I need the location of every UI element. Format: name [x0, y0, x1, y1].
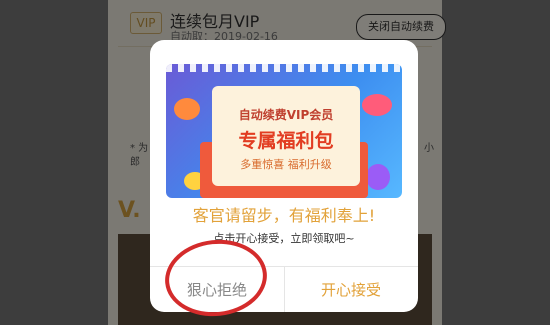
- dialog-headline: 客官请留步，有福利奉上!: [192, 206, 376, 225]
- banner-line-2: 专属福利包: [238, 130, 334, 152]
- dialog-subtext: 点击开心接受，立即领取吧~: [213, 232, 355, 245]
- balloon-decoration: [362, 94, 392, 116]
- banner-line-3: 多重惊喜 福利升级: [240, 158, 332, 171]
- banner-line-1: 自动续费VIP会员: [238, 108, 334, 122]
- balloon-decoration: [366, 164, 390, 190]
- welfare-banner: 自动续费VIP会员 专属福利包 多重惊喜 福利升级: [166, 64, 402, 198]
- accept-button[interactable]: 开心接受: [284, 267, 418, 312]
- banner-zigzag-edge: [166, 64, 402, 72]
- welfare-ticket: 自动续费VIP会员 专属福利包 多重惊喜 福利升级: [212, 86, 360, 186]
- balloon-decoration: [174, 98, 200, 120]
